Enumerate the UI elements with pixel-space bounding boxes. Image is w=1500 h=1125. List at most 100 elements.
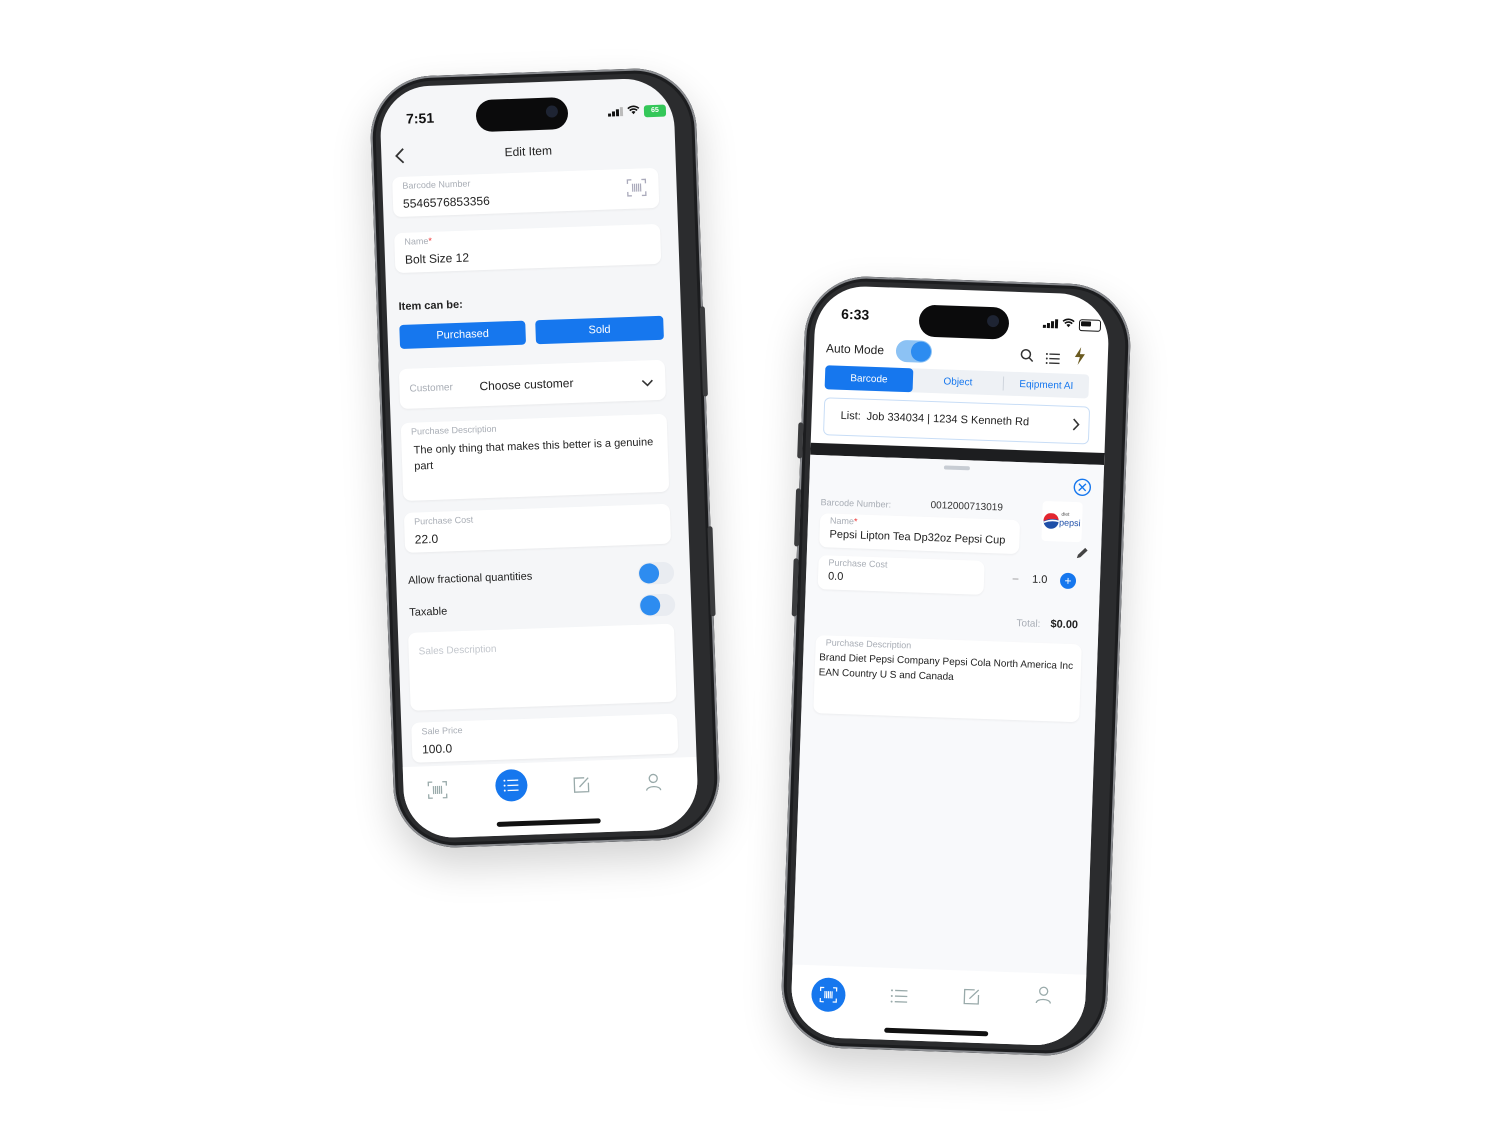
total-label: Total: bbox=[1016, 618, 1041, 630]
left-phone: 7:51 65 Edit Item Barcode Number 5546576… bbox=[368, 66, 722, 850]
name-value: Pepsi Lipton Tea Dp32oz Pepsi Cup bbox=[829, 528, 1006, 547]
home-indicator bbox=[496, 818, 601, 827]
side-button bbox=[797, 422, 804, 459]
barcode-value: 0012000713019 bbox=[930, 500, 1004, 514]
item-can-be-label: Item can be: bbox=[398, 298, 463, 314]
auto-mode-label: Auto Mode bbox=[825, 341, 885, 358]
close-icon[interactable] bbox=[1073, 478, 1092, 502]
barcode-icon[interactable] bbox=[425, 778, 450, 803]
barcode-scan-icon[interactable] bbox=[626, 178, 647, 202]
customer-select[interactable]: Customer Choose customer bbox=[398, 359, 667, 410]
wifi-icon bbox=[627, 104, 640, 117]
sale-price-field[interactable]: Sale Price 100.0 bbox=[411, 713, 679, 763]
purchase-description-field[interactable]: Purchase Description The only thing that… bbox=[400, 413, 670, 501]
sheet-handle[interactable] bbox=[943, 465, 970, 471]
list-icon[interactable] bbox=[887, 984, 912, 1009]
left-screen: 7:51 65 Edit Item Barcode Number 5546576… bbox=[378, 77, 700, 840]
list-icon[interactable] bbox=[494, 768, 528, 802]
quantity-stepper: − 1.0 + bbox=[1002, 570, 1083, 593]
signal-icon bbox=[1042, 319, 1059, 329]
status-time: 7:51 bbox=[405, 109, 435, 127]
decrement-button[interactable]: − bbox=[1012, 572, 1019, 586]
person-icon[interactable] bbox=[1031, 983, 1056, 1008]
pepsi-globe-icon bbox=[1043, 512, 1059, 529]
wifi-icon bbox=[1062, 317, 1075, 330]
list-selector[interactable]: List: Job 334034 | 1234 S Kenneth Rd bbox=[822, 397, 1091, 445]
name-label: Name* bbox=[404, 235, 433, 247]
list-icon[interactable] bbox=[1045, 351, 1060, 369]
home-indicator bbox=[884, 1027, 989, 1037]
purchase-cost-label: Purchase Cost bbox=[413, 514, 474, 527]
name-field[interactable]: Name* Pepsi Lipton Tea Dp32oz Pepsi Cup bbox=[819, 513, 1021, 555]
edit-icon[interactable] bbox=[959, 984, 984, 1009]
bottom-nav bbox=[402, 756, 700, 840]
auto-mode-toggle[interactable] bbox=[895, 339, 933, 363]
person-icon[interactable] bbox=[641, 770, 666, 795]
item-sheet: Barcode Number: 0012000713019 diet pepsi… bbox=[789, 454, 1105, 1047]
battery-icon bbox=[1078, 318, 1102, 332]
purchase-cost-field[interactable]: Purchase Cost 22.0 bbox=[403, 503, 672, 553]
side-button bbox=[707, 526, 716, 617]
tab-eqipment-ai[interactable]: Eqipment AI bbox=[1003, 372, 1089, 399]
side-button bbox=[699, 306, 708, 397]
purchase-description-label: Purchase Description bbox=[410, 423, 497, 437]
sales-description-field[interactable]: Sales Description bbox=[408, 623, 677, 711]
barcode-value: 5546576853356 bbox=[402, 193, 490, 211]
dynamic-island bbox=[475, 96, 569, 133]
allow-fractional-label: Allow fractional quantities bbox=[407, 570, 533, 587]
purchased-button[interactable]: Purchased bbox=[399, 320, 527, 349]
quantity-value: 1.0 bbox=[1031, 573, 1048, 587]
barcode-label: Barcode Number bbox=[402, 178, 471, 191]
total-value: $0.00 bbox=[1050, 618, 1079, 632]
battery-icon: 65 bbox=[643, 104, 667, 117]
barcode-field[interactable]: Barcode Number 5546576853356 bbox=[392, 167, 660, 218]
purchase-description-label: Purchase Description bbox=[825, 637, 912, 651]
search-icon[interactable] bbox=[1019, 348, 1034, 367]
taxable-toggle[interactable] bbox=[638, 593, 676, 617]
name-label: Name* bbox=[829, 515, 858, 527]
purchase-cost-label: Purchase Cost bbox=[828, 557, 888, 570]
chevron-right-icon bbox=[1072, 418, 1081, 436]
status-icons: 65 bbox=[608, 104, 667, 119]
customer-value: Choose customer bbox=[479, 375, 574, 394]
purchase-cost-value: 0.0 bbox=[827, 570, 844, 584]
purchase-cost-field[interactable]: Purchase Cost 0.0 bbox=[817, 555, 985, 595]
barcode-icon[interactable] bbox=[810, 977, 847, 1013]
sales-description-placeholder: Sales Description bbox=[418, 643, 497, 658]
list-prefix: List: bbox=[840, 409, 862, 423]
mode-tabs: Barcode Object Eqipment AI bbox=[824, 365, 1090, 399]
status-time: 6:33 bbox=[840, 305, 870, 323]
chevron-down-icon bbox=[641, 374, 654, 392]
sale-price-label: Sale Price bbox=[421, 725, 463, 737]
bottom-nav bbox=[789, 964, 1087, 1047]
tab-object[interactable]: Object bbox=[913, 368, 1004, 395]
purchase-description-field[interactable]: Purchase Description Brand Diet Pepsi Co… bbox=[813, 635, 1082, 723]
dynamic-island bbox=[918, 304, 1010, 340]
side-button bbox=[794, 488, 802, 547]
taxable-label: Taxable bbox=[409, 605, 448, 619]
sale-price-value: 100.0 bbox=[421, 741, 453, 757]
increment-button[interactable]: + bbox=[1059, 572, 1077, 590]
right-screen: 6:33 Auto Mode Barcode Object Eqipment A… bbox=[789, 284, 1111, 1047]
pencil-icon[interactable] bbox=[1075, 546, 1090, 565]
list-value: Job 334034 | 1234 S Kenneth Rd bbox=[866, 410, 1030, 429]
right-phone: 6:33 Auto Mode Barcode Object Eqipment A… bbox=[779, 274, 1133, 1058]
flash-icon[interactable] bbox=[1073, 347, 1086, 370]
name-value: Bolt Size 12 bbox=[404, 250, 470, 267]
page-title: Edit Item bbox=[504, 143, 553, 160]
purchase-description-value: The only thing that makes this better is… bbox=[413, 436, 654, 473]
logo-brand-text: pepsi bbox=[1058, 517, 1081, 529]
product-logo: diet pepsi bbox=[1041, 500, 1083, 543]
tab-barcode[interactable]: Barcode bbox=[824, 365, 914, 393]
allow-fractional-toggle[interactable] bbox=[637, 561, 675, 585]
barcode-label: Barcode Number: bbox=[820, 497, 892, 510]
side-button bbox=[791, 558, 799, 617]
purchase-description-value: Brand Diet Pepsi Company Pepsi Cola Nort… bbox=[818, 652, 1074, 683]
customer-label: Customer bbox=[409, 382, 454, 395]
name-field[interactable]: Name* Bolt Size 12 bbox=[394, 223, 662, 274]
sold-button[interactable]: Sold bbox=[535, 315, 664, 345]
edit-icon[interactable] bbox=[569, 773, 594, 798]
signal-icon bbox=[608, 107, 624, 117]
status-icons bbox=[1042, 317, 1102, 332]
purchase-cost-value: 22.0 bbox=[414, 531, 439, 547]
